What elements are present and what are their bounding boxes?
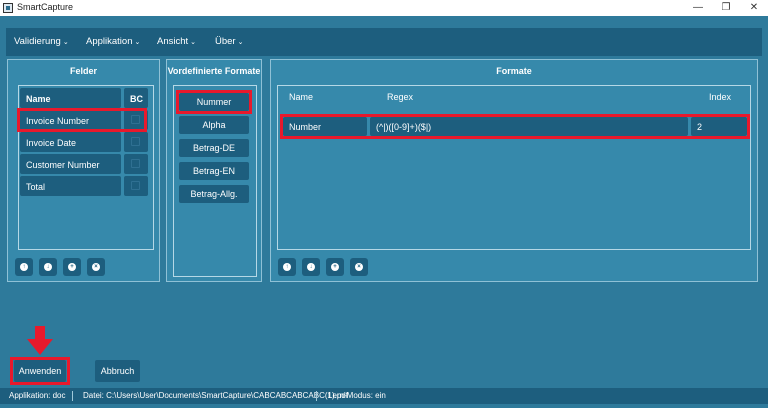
move-up-button[interactable]: ↑ [15, 258, 33, 276]
title-bar: SmartCapture — ❐ ✕ [0, 0, 768, 16]
bc-cell [124, 154, 148, 174]
column-header-regex: Regex [387, 92, 414, 102]
field-row-customer-number[interactable]: Customer Number [20, 154, 121, 174]
arrow-down-icon: ↓ [307, 263, 315, 271]
menu-bar: Validierung ⌄ Applikation ⌄ Ansicht ⌄ Über ⌄ [6, 28, 762, 56]
vordefinierte-title: Vordefinierte Formate [167, 66, 261, 76]
status-lernmodus: Lern-Modus: ein [328, 391, 386, 400]
arrow-down-icon: ↓ [44, 263, 52, 271]
bc-checkbox[interactable] [131, 181, 140, 190]
status-bar: Applikation: doc Datei: C:\Users\User\Do… [0, 388, 768, 404]
formate-panel: Formate Name Regex Index Number (^|)([0-… [270, 59, 758, 282]
bc-cell [124, 176, 148, 196]
window-title: SmartCapture [17, 2, 74, 12]
move-down-button[interactable]: ↓ [302, 258, 320, 276]
chevron-down-icon: ⌄ [134, 39, 141, 46]
field-row-total[interactable]: Total [20, 176, 121, 196]
plus-icon: + [331, 263, 339, 271]
remove-field-button[interactable]: × [87, 258, 105, 276]
field-row-invoice-date[interactable]: Invoice Date [20, 132, 121, 152]
highlight-box [280, 114, 750, 139]
status-separator [316, 391, 317, 401]
arrow-up-icon: ↑ [20, 263, 28, 271]
bc-checkbox[interactable] [131, 159, 140, 168]
felder-panel: Felder Name BC Invoice Number Invoice Da… [7, 59, 160, 282]
header-name: Name [20, 88, 121, 108]
format-alpha-button[interactable]: Alpha [179, 116, 249, 134]
app-icon [3, 3, 13, 13]
arrow-up-icon: ↑ [283, 263, 291, 271]
bc-checkbox[interactable] [131, 137, 140, 146]
highlight-box [176, 90, 252, 114]
cancel-button[interactable]: Abbruch [95, 360, 140, 382]
minimize-button[interactable]: — [684, 0, 712, 16]
chevron-down-icon: ⌄ [62, 39, 69, 46]
column-header-index: Index [709, 92, 732, 102]
highlight-box [17, 108, 147, 132]
formate-table [277, 85, 751, 250]
remove-format-button[interactable]: × [350, 258, 368, 276]
status-separator [72, 391, 73, 401]
status-datei: Datei: C:\Users\User\Documents\SmartCapt… [83, 391, 348, 400]
close-window-button[interactable]: ✕ [740, 0, 768, 16]
move-up-button[interactable]: ↑ [278, 258, 296, 276]
plus-icon: + [68, 263, 76, 271]
felder-title: Felder [69, 66, 97, 76]
formate-title: Formate [496, 66, 532, 76]
vordefinierte-panel: Vordefinierte Formate Nummer Alpha Betra… [166, 59, 262, 282]
close-icon: × [92, 263, 100, 271]
close-icon: × [355, 263, 363, 271]
format-betrag-de-button[interactable]: Betrag-DE [179, 139, 249, 157]
column-header-name: Name [289, 92, 314, 102]
menu-validierung[interactable]: Validierung ⌄ [14, 28, 69, 56]
bc-cell [124, 132, 148, 152]
chevron-down-icon: ⌄ [237, 39, 244, 46]
menu-ansicht[interactable]: Ansicht ⌄ [157, 28, 196, 56]
maximize-button[interactable]: ❐ [712, 0, 740, 16]
move-down-button[interactable]: ↓ [39, 258, 57, 276]
menu-ueber[interactable]: Über ⌄ [215, 28, 243, 56]
highlight-box [10, 357, 70, 385]
header-bc: BC [124, 88, 148, 108]
chevron-down-icon: ⌄ [190, 39, 197, 46]
menu-applikation[interactable]: Applikation ⌄ [86, 28, 140, 56]
status-applikation: Applikation: doc [9, 391, 66, 400]
add-format-button[interactable]: + [326, 258, 344, 276]
format-betrag-en-button[interactable]: Betrag-EN [179, 162, 249, 180]
app-area: Validierung ⌄ Applikation ⌄ Ansicht ⌄ Über ⌄… [0, 16, 768, 408]
add-field-button[interactable]: + [63, 258, 81, 276]
format-betrag-allg-button[interactable]: Betrag-Allg. [179, 185, 249, 203]
arrow-down-icon [27, 326, 53, 355]
